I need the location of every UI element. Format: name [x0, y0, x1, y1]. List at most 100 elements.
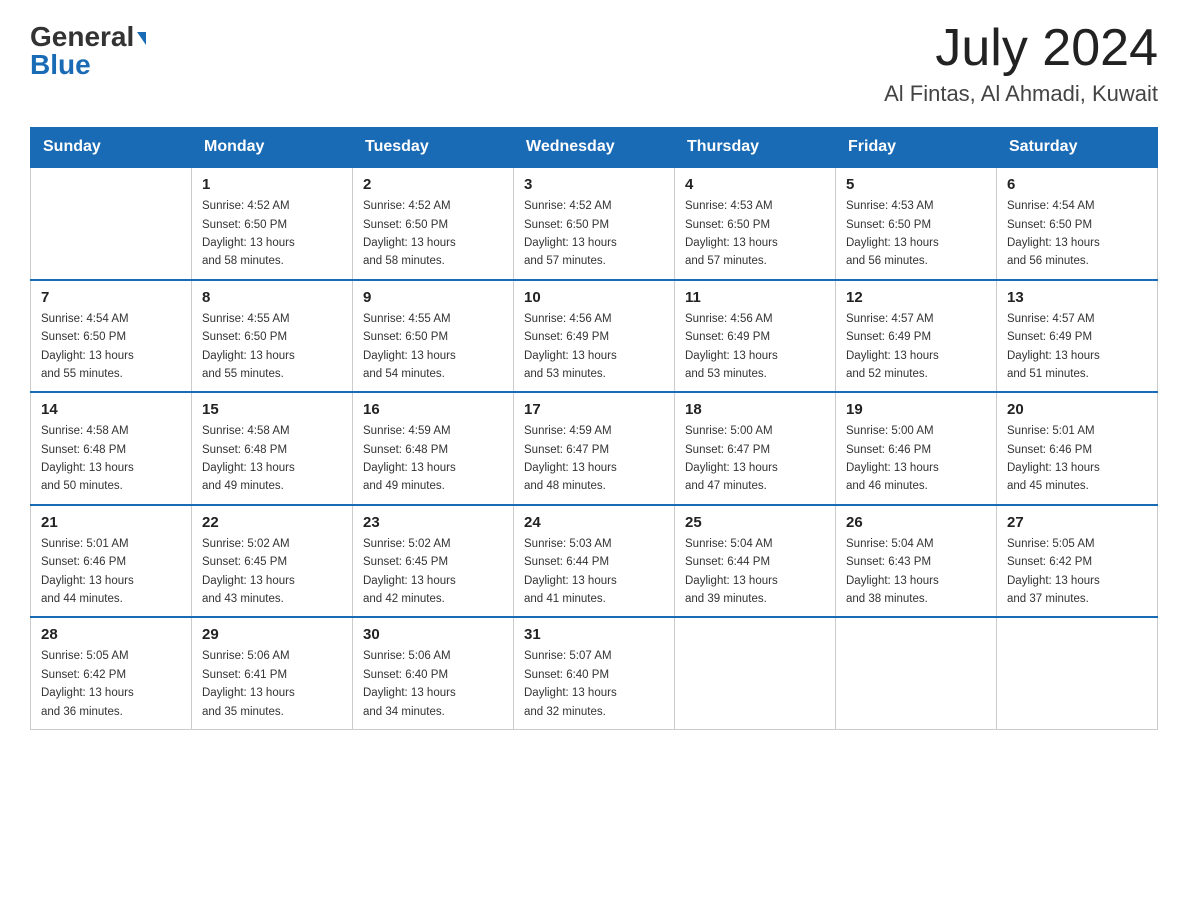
day-number: 2 — [363, 176, 503, 193]
day-info: Sunrise: 5:02 AMSunset: 6:45 PMDaylight:… — [202, 535, 342, 609]
day-info: Sunrise: 5:07 AMSunset: 6:40 PMDaylight:… — [524, 647, 664, 721]
day-info: Sunrise: 4:56 AMSunset: 6:49 PMDaylight:… — [685, 310, 825, 384]
calendar-cell: 16 Sunrise: 4:59 AMSunset: 6:48 PMDayligh… — [353, 392, 514, 505]
calendar-cell: 3Sunrise: 4:52 AMSunset: 6:50 PMDaylight… — [514, 167, 675, 280]
day-info: Sunrise: 4:54 AMSunset: 6:50 PMDaylight:… — [41, 310, 181, 384]
day-number: 18 — [685, 401, 825, 418]
calendar-cell: 1 Sunrise: 4:52 AMSunset: 6:50 PMDaylight… — [192, 167, 353, 280]
day-info: Sunrise: 4:52 AMSunset: 6:50 PMDaylight:… — [363, 197, 503, 271]
calendar-cell: 25 Sunrise: 5:04 AMSunset: 6:44 PMDayligh… — [675, 505, 836, 618]
day-number: 17 — [524, 401, 664, 418]
day-number: 27 — [1007, 514, 1147, 531]
calendar-cell: 12Sunrise: 4:57 AMSunset: 6:49 PMDayligh… — [836, 280, 997, 393]
calendar-cell: 21 Sunrise: 5:01 AMSunset: 6:46 PMDayligh… — [31, 505, 192, 618]
calendar-cell: 29Sunrise: 5:06 AMSunset: 6:41 PMDayligh… — [192, 617, 353, 729]
calendar-cell: 11 Sunrise: 4:56 AMSunset: 6:49 PMDayligh… — [675, 280, 836, 393]
month-title: July 2024 — [884, 20, 1158, 77]
day-number: 25 — [685, 514, 825, 531]
day-info: Sunrise: 4:59 AMSunset: 6:47 PMDaylight:… — [524, 422, 664, 496]
day-info: Sunrise: 4:53 AMSunset: 6:50 PMDaylight:… — [846, 197, 986, 271]
calendar-header-row: SundayMondayTuesdayWednesdayThursdayFrid… — [31, 128, 1158, 168]
calendar-cell: 13Sunrise: 4:57 AMSunset: 6:49 PMDayligh… — [997, 280, 1158, 393]
day-number: 5 — [846, 176, 986, 193]
calendar-cell: 22 Sunrise: 5:02 AMSunset: 6:45 PMDayligh… — [192, 505, 353, 618]
day-number: 16 — [363, 401, 503, 418]
calendar-table: SundayMondayTuesdayWednesdayThursdayFrid… — [30, 127, 1158, 730]
day-number: 6 — [1007, 176, 1147, 193]
day-number: 23 — [363, 514, 503, 531]
day-number: 9 — [363, 289, 503, 306]
day-number: 26 — [846, 514, 986, 531]
day-number: 7 — [41, 289, 181, 306]
day-number: 1 — [202, 176, 342, 193]
day-number: 19 — [846, 401, 986, 418]
day-number: 12 — [846, 289, 986, 306]
calendar-day-header-thursday: Thursday — [675, 128, 836, 168]
calendar-cell: 6 Sunrise: 4:54 AMSunset: 6:50 PMDaylight… — [997, 167, 1158, 280]
calendar-week-row: 7 Sunrise: 4:54 AMSunset: 6:50 PMDaylight… — [31, 280, 1158, 393]
location-title: Al Fintas, Al Ahmadi, Kuwait — [884, 81, 1158, 107]
day-number: 24 — [524, 514, 664, 531]
calendar-cell: 9 Sunrise: 4:55 AMSunset: 6:50 PMDaylight… — [353, 280, 514, 393]
day-number: 3 — [524, 176, 664, 193]
calendar-cell: 2 Sunrise: 4:52 AMSunset: 6:50 PMDaylight… — [353, 167, 514, 280]
calendar-day-header-tuesday: Tuesday — [353, 128, 514, 168]
calendar-cell: 28Sunrise: 5:05 AMSunset: 6:42 PMDayligh… — [31, 617, 192, 729]
title-section: July 2024 Al Fintas, Al Ahmadi, Kuwait — [884, 20, 1158, 107]
calendar-cell: 31 Sunrise: 5:07 AMSunset: 6:40 PMDayligh… — [514, 617, 675, 729]
day-number: 15 — [202, 401, 342, 418]
calendar-cell: 24Sunrise: 5:03 AMSunset: 6:44 PMDayligh… — [514, 505, 675, 618]
calendar-week-row: 1 Sunrise: 4:52 AMSunset: 6:50 PMDaylight… — [31, 167, 1158, 280]
calendar-cell: 17 Sunrise: 4:59 AMSunset: 6:47 PMDayligh… — [514, 392, 675, 505]
day-info: Sunrise: 4:55 AMSunset: 6:50 PMDaylight:… — [202, 310, 342, 384]
calendar-cell: 26 Sunrise: 5:04 AMSunset: 6:43 PMDayligh… — [836, 505, 997, 618]
day-info: Sunrise: 5:05 AMSunset: 6:42 PMDaylight:… — [1007, 535, 1147, 609]
calendar-cell: 7 Sunrise: 4:54 AMSunset: 6:50 PMDaylight… — [31, 280, 192, 393]
day-number: 21 — [41, 514, 181, 531]
calendar-cell: 8 Sunrise: 4:55 AMSunset: 6:50 PMDaylight… — [192, 280, 353, 393]
day-info: Sunrise: 4:55 AMSunset: 6:50 PMDaylight:… — [363, 310, 503, 384]
calendar-day-header-sunday: Sunday — [31, 128, 192, 168]
day-info: Sunrise: 5:02 AMSunset: 6:45 PMDaylight:… — [363, 535, 503, 609]
day-number: 11 — [685, 289, 825, 306]
calendar-cell: 23 Sunrise: 5:02 AMSunset: 6:45 PMDayligh… — [353, 505, 514, 618]
calendar-cell: 18Sunrise: 5:00 AMSunset: 6:47 PMDayligh… — [675, 392, 836, 505]
day-number: 8 — [202, 289, 342, 306]
day-info: Sunrise: 4:57 AMSunset: 6:49 PMDaylight:… — [1007, 310, 1147, 384]
calendar-cell: 5 Sunrise: 4:53 AMSunset: 6:50 PMDaylight… — [836, 167, 997, 280]
logo-blue: Blue — [30, 50, 91, 81]
day-number: 30 — [363, 626, 503, 643]
day-number: 22 — [202, 514, 342, 531]
day-info: Sunrise: 5:01 AMSunset: 6:46 PMDaylight:… — [1007, 422, 1147, 496]
calendar-week-row: 14 Sunrise: 4:58 AMSunset: 6:48 PMDayligh… — [31, 392, 1158, 505]
calendar-cell: 19Sunrise: 5:00 AMSunset: 6:46 PMDayligh… — [836, 392, 997, 505]
day-info: Sunrise: 4:59 AMSunset: 6:48 PMDaylight:… — [363, 422, 503, 496]
calendar-cell: 15Sunrise: 4:58 AMSunset: 6:48 PMDayligh… — [192, 392, 353, 505]
calendar-cell: 4Sunrise: 4:53 AMSunset: 6:50 PMDaylight… — [675, 167, 836, 280]
day-info: Sunrise: 5:04 AMSunset: 6:44 PMDaylight:… — [685, 535, 825, 609]
page-header: General Blue July 2024 Al Fintas, Al Ahm… — [30, 20, 1158, 107]
calendar-cell: 14 Sunrise: 4:58 AMSunset: 6:48 PMDayligh… — [31, 392, 192, 505]
calendar-cell: 20 Sunrise: 5:01 AMSunset: 6:46 PMDayligh… — [997, 392, 1158, 505]
day-info: Sunrise: 5:05 AMSunset: 6:42 PMDaylight:… — [41, 647, 181, 721]
day-info: Sunrise: 5:04 AMSunset: 6:43 PMDaylight:… — [846, 535, 986, 609]
day-info: Sunrise: 4:52 AMSunset: 6:50 PMDaylight:… — [202, 197, 342, 271]
calendar-day-header-wednesday: Wednesday — [514, 128, 675, 168]
calendar-day-header-monday: Monday — [192, 128, 353, 168]
day-number: 10 — [524, 289, 664, 306]
calendar-day-header-saturday: Saturday — [997, 128, 1158, 168]
day-info: Sunrise: 5:01 AMSunset: 6:46 PMDaylight:… — [41, 535, 181, 609]
logo: General Blue — [30, 20, 146, 80]
calendar-cell — [836, 617, 997, 729]
calendar-cell — [997, 617, 1158, 729]
day-info: Sunrise: 5:06 AMSunset: 6:41 PMDaylight:… — [202, 647, 342, 721]
day-info: Sunrise: 4:58 AMSunset: 6:48 PMDaylight:… — [41, 422, 181, 496]
day-number: 14 — [41, 401, 181, 418]
calendar-cell — [31, 167, 192, 280]
calendar-cell: 10 Sunrise: 4:56 AMSunset: 6:49 PMDayligh… — [514, 280, 675, 393]
day-number: 20 — [1007, 401, 1147, 418]
day-number: 31 — [524, 626, 664, 643]
day-info: Sunrise: 5:06 AMSunset: 6:40 PMDaylight:… — [363, 647, 503, 721]
day-info: Sunrise: 4:54 AMSunset: 6:50 PMDaylight:… — [1007, 197, 1147, 271]
day-info: Sunrise: 4:56 AMSunset: 6:49 PMDaylight:… — [524, 310, 664, 384]
